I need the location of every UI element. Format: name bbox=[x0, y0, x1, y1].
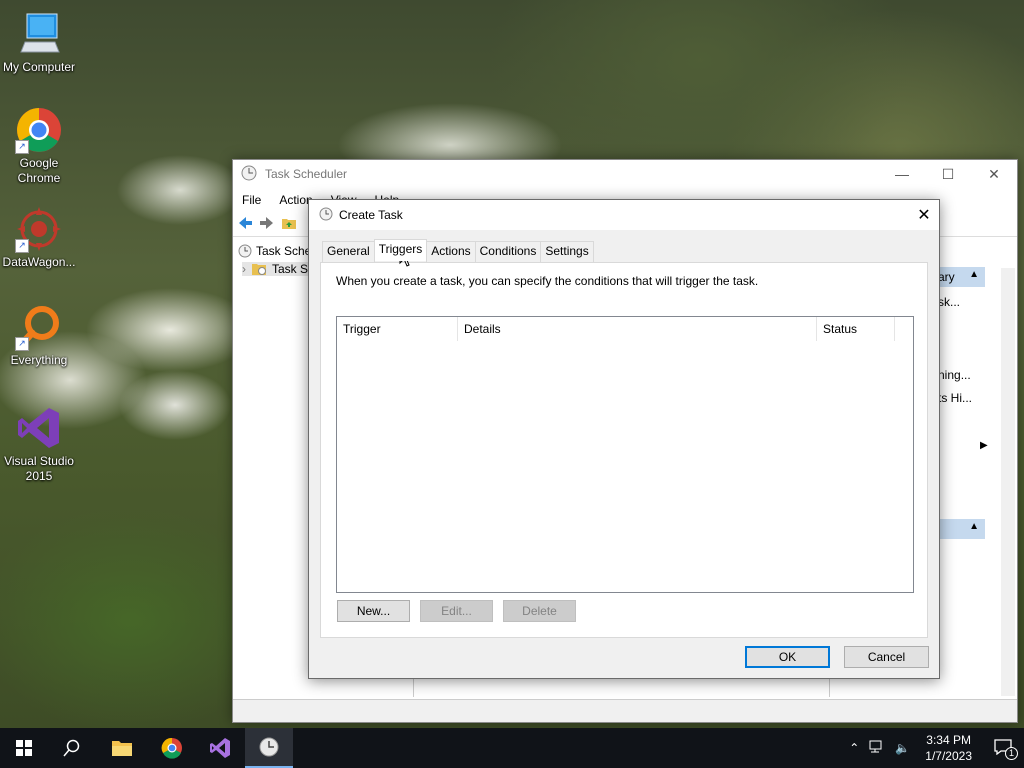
vertical-scrollbar[interactable] bbox=[1001, 268, 1015, 696]
computer-icon bbox=[15, 10, 63, 58]
action-item[interactable]: sk... bbox=[938, 295, 960, 309]
chevron-up-icon[interactable]: ⌃ bbox=[844, 741, 864, 755]
visual-studio-icon bbox=[15, 404, 63, 452]
collapse-up-icon[interactable]: ▲ bbox=[969, 269, 979, 280]
folder-icon bbox=[112, 741, 132, 756]
column-header-trigger[interactable]: Trigger bbox=[337, 317, 458, 341]
action-item[interactable]: ning... bbox=[938, 368, 971, 382]
chrome-icon: ↗ bbox=[15, 106, 63, 154]
folder-clock-icon bbox=[252, 264, 266, 275]
start-button[interactable] bbox=[0, 728, 48, 768]
clock[interactable]: 3:34 PM 1/7/2023 bbox=[915, 732, 982, 764]
status-bar bbox=[233, 699, 1017, 722]
create-task-dialog[interactable]: Create Task ✕ General Triggers Actions C… bbox=[308, 199, 940, 679]
taskbar-task-scheduler[interactable] bbox=[245, 728, 293, 768]
clock-icon bbox=[238, 244, 252, 258]
taskbar-visual-studio[interactable] bbox=[196, 728, 244, 768]
desktop-icon-label: Everything bbox=[10, 353, 68, 367]
column-header-details[interactable]: Details bbox=[458, 317, 817, 341]
tab-conditions[interactable]: Conditions bbox=[474, 241, 542, 263]
window-title: Task Scheduler bbox=[265, 167, 348, 181]
desktop-icon-datawagon[interactable]: ↗ DataWagon... bbox=[1, 205, 77, 270]
minimize-button[interactable]: — bbox=[879, 166, 925, 183]
shortcut-arrow-icon: ↗ bbox=[15, 239, 29, 253]
notification-badge: 1 bbox=[1005, 746, 1018, 760]
action-center-icon[interactable]: 1 bbox=[982, 738, 1024, 760]
tab-settings[interactable]: Settings bbox=[540, 241, 594, 263]
triggers-panel: When you create a task, you can specify … bbox=[320, 262, 928, 638]
chrome-icon bbox=[161, 737, 182, 759]
datawagon-icon: ↗ bbox=[15, 205, 63, 253]
close-button[interactable]: ✕ bbox=[971, 166, 1017, 183]
search-button[interactable] bbox=[48, 728, 96, 768]
tab-triggers[interactable]: Triggers bbox=[373, 239, 428, 261]
actions-header-label: ary bbox=[938, 270, 955, 284]
visual-studio-icon bbox=[210, 738, 230, 758]
back-arrow-icon[interactable] bbox=[237, 215, 253, 234]
menu-file[interactable]: File bbox=[233, 193, 270, 207]
volume-icon[interactable]: 🔈 bbox=[890, 741, 915, 755]
folder-up-icon[interactable] bbox=[281, 215, 297, 234]
desktop-icon-label: Google Chrome bbox=[17, 156, 61, 185]
tree-item-root[interactable]: Task Sche bbox=[238, 244, 311, 258]
list-header: Trigger Details Status bbox=[337, 317, 913, 341]
new-trigger-button[interactable]: New... bbox=[337, 600, 410, 622]
triggers-description: When you create a task, you can specify … bbox=[336, 274, 759, 288]
clock-icon bbox=[319, 207, 333, 224]
system-tray: ⌃ 🔈 3:34 PM 1/7/2023 1 bbox=[844, 728, 1024, 768]
dialog-title-bar[interactable]: Create Task ✕ bbox=[309, 200, 939, 230]
cancel-button[interactable]: Cancel bbox=[844, 646, 929, 668]
tree-item-label: Task S bbox=[272, 262, 309, 276]
ok-button[interactable]: OK bbox=[745, 646, 830, 668]
everything-search-icon: ↗ bbox=[15, 303, 63, 351]
clock-time: 3:34 PM bbox=[926, 733, 971, 747]
action-item[interactable]: ts Hi... bbox=[938, 391, 972, 405]
tab-actions[interactable]: Actions bbox=[426, 241, 476, 263]
task-scheduler-clock-icon bbox=[259, 737, 279, 757]
collapse-up-icon[interactable]: ▲ bbox=[969, 521, 979, 532]
submenu-arrow-icon[interactable]: ▶ bbox=[980, 440, 988, 451]
tab-strip: General Triggers Actions Conditions Sett… bbox=[322, 239, 594, 263]
clock-date: 1/7/2023 bbox=[925, 749, 972, 763]
search-icon bbox=[63, 739, 80, 757]
taskbar: ⌃ 🔈 3:34 PM 1/7/2023 1 bbox=[0, 728, 1024, 768]
maximize-button[interactable]: ☐ bbox=[925, 166, 971, 183]
delete-trigger-button[interactable]: Delete bbox=[503, 600, 576, 622]
windows-logo-icon bbox=[16, 740, 32, 756]
close-icon[interactable]: ✕ bbox=[909, 205, 939, 225]
shortcut-arrow-icon: ↗ bbox=[15, 140, 29, 154]
tree-item-label: Task Sche bbox=[256, 244, 312, 258]
column-header-status[interactable]: Status bbox=[817, 317, 895, 341]
taskbar-chrome[interactable] bbox=[148, 728, 196, 768]
desktop-icon-label: DataWagon... bbox=[2, 255, 76, 269]
tree-item-library[interactable]: › Task S bbox=[242, 262, 313, 276]
desktop-icon-my-computer[interactable]: My Computer bbox=[1, 10, 77, 75]
task-scheduler-clock-icon bbox=[241, 165, 257, 184]
desktop-icon-google-chrome[interactable]: ↗ Google Chrome bbox=[1, 106, 77, 186]
desktop-icon-label: My Computer bbox=[2, 60, 76, 74]
desktop-icon-visual-studio[interactable]: Visual Studio 2015 bbox=[1, 404, 77, 484]
edit-trigger-button[interactable]: Edit... bbox=[420, 600, 493, 622]
desktop-icon-label: Visual Studio 2015 bbox=[4, 454, 74, 483]
desktop-icon-everything[interactable]: ↗ Everything bbox=[1, 303, 77, 368]
dialog-title: Create Task bbox=[339, 208, 403, 222]
shortcut-arrow-icon: ↗ bbox=[15, 337, 29, 351]
network-icon[interactable] bbox=[864, 740, 890, 757]
chevron-right-icon[interactable]: › bbox=[242, 262, 246, 276]
forward-arrow-icon[interactable] bbox=[259, 215, 275, 234]
tab-general[interactable]: General bbox=[322, 241, 375, 263]
triggers-list[interactable]: Trigger Details Status bbox=[336, 316, 914, 593]
title-bar[interactable]: Task Scheduler — ☐ ✕ bbox=[233, 160, 1017, 188]
taskbar-file-explorer[interactable] bbox=[98, 728, 146, 768]
